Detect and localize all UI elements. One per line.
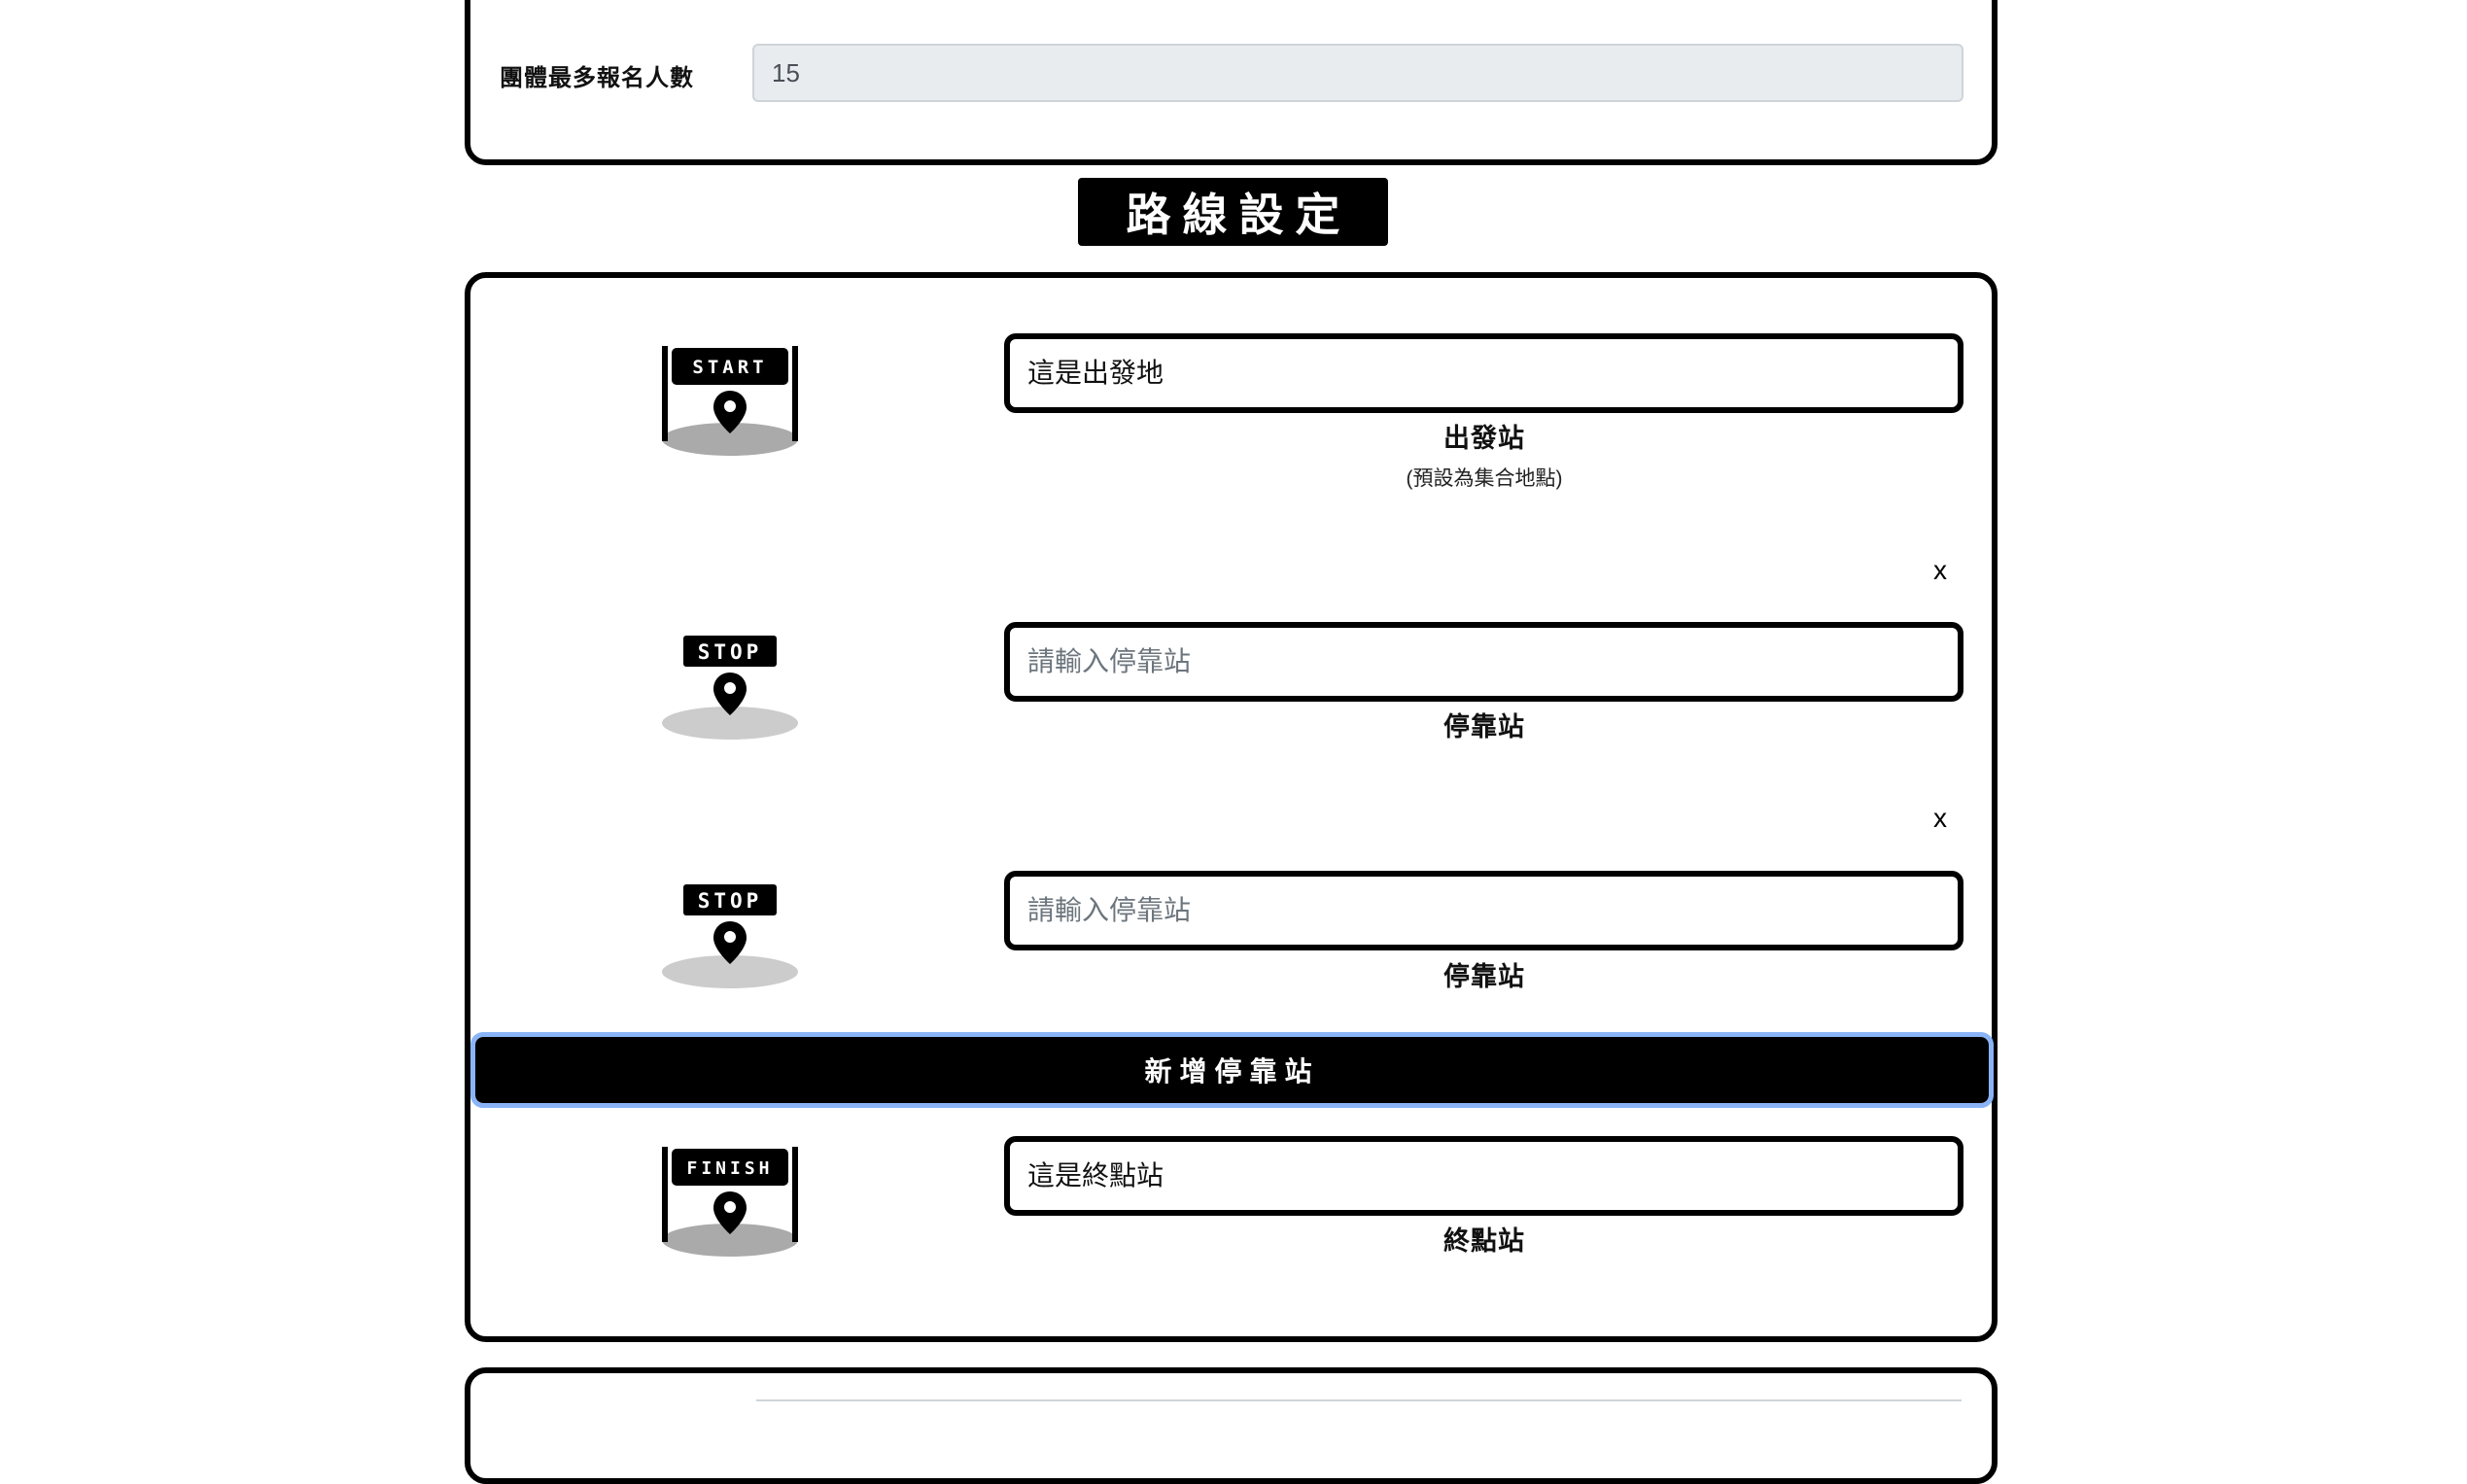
stop-1-badge-text: STOP: [698, 640, 763, 664]
stop-marker-icon: STOP: [659, 880, 801, 993]
finish-badge-text: FINISH: [686, 1158, 773, 1179]
finish-marker-icon: FINISH: [659, 1143, 801, 1261]
stop-2-label: 停靠站: [1443, 962, 1525, 991]
next-section-panel: [465, 1367, 1998, 1484]
start-station-label: 出發站: [1443, 424, 1525, 453]
stop-1-label: 停靠站: [1443, 712, 1525, 742]
route-settings-title: 路線設定: [1078, 178, 1388, 246]
max-signup-field[interactable]: 15: [752, 44, 1963, 102]
stop-marker-icon: STOP: [659, 632, 801, 744]
finish-station-input[interactable]: 這是終點站: [1004, 1136, 1963, 1216]
start-station-input[interactable]: 這是出發地: [1004, 333, 1963, 413]
finish-station-label: 終點站: [1443, 1226, 1525, 1256]
add-stop-button[interactable]: 新增停靠站: [470, 1032, 1994, 1108]
max-signup-label: 團體最多報名人數: [500, 65, 694, 91]
start-station-note: (預設為集合地點): [1406, 467, 1563, 490]
start-marker-icon: START: [659, 342, 801, 461]
remove-stop-1-button[interactable]: x: [1929, 555, 1951, 586]
stop-1-input[interactable]: 請輸入停靠站: [1004, 622, 1963, 702]
remove-stop-2-button[interactable]: x: [1929, 803, 1951, 834]
stop-2-badge-text: STOP: [698, 889, 763, 913]
start-badge-text: START: [692, 357, 767, 378]
stop-2-input[interactable]: 請輸入停靠站: [1004, 871, 1963, 950]
